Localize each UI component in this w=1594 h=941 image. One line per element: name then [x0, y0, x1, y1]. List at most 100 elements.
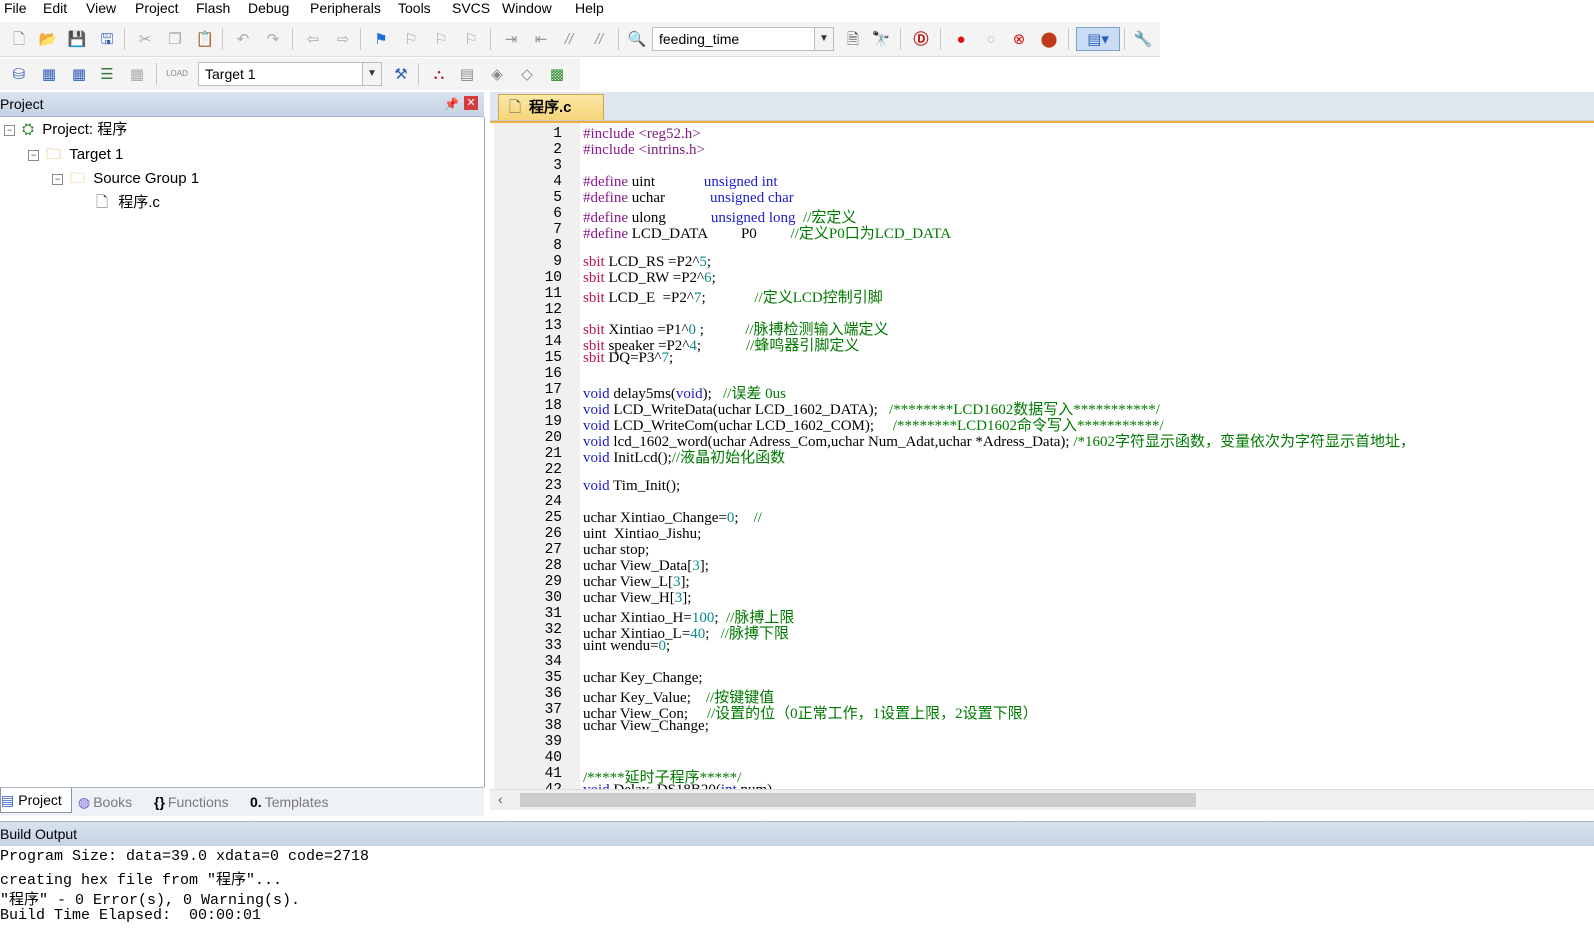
tree-item-project[interactable]: ⛭ Project: 程序: [22, 119, 127, 141]
prev-bookmark-icon[interactable]: ⚐: [400, 28, 422, 50]
target-combo[interactable]: Target 1 ▼: [198, 62, 382, 86]
project-icon: ⛭: [22, 121, 35, 138]
menu-svcs[interactable]: SVCS: [452, 0, 490, 18]
target-combo-value: Target 1: [205, 66, 256, 82]
line-number: 3: [553, 158, 562, 174]
window-layout-icon[interactable]: ▤▾: [1076, 27, 1120, 51]
collapse-icon[interactable]: −: [52, 174, 63, 185]
find-icon[interactable]: 🔭: [870, 28, 892, 50]
download-icon[interactable]: LOAD: [166, 63, 188, 85]
collapse-icon[interactable]: −: [28, 150, 39, 161]
cut-icon[interactable]: ✂: [134, 28, 156, 50]
editor-tab-strip: 程序.c 🗋: [490, 92, 1594, 121]
copy-icon[interactable]: ❐: [164, 28, 186, 50]
menu-view[interactable]: View: [86, 0, 116, 18]
manage-project-items-icon[interactable]: ⛬: [428, 63, 450, 85]
save-all-icon[interactable]: 🖫: [96, 28, 118, 50]
scrollbar-thumb[interactable]: [520, 793, 1196, 807]
menu-tools[interactable]: Tools: [398, 0, 431, 18]
separator: [940, 28, 941, 50]
menu-peripherals[interactable]: Peripherals: [310, 0, 381, 18]
debug-session-icon[interactable]: Ⓓ: [910, 28, 932, 50]
find-in-files-icon[interactable]: 🔍: [626, 28, 648, 50]
new-file-icon[interactable]: 🗋: [8, 28, 30, 50]
tree-item-label: Project: 程序: [42, 121, 128, 138]
tab-label: Project: [18, 792, 62, 808]
stop-build-icon[interactable]: ▦: [126, 63, 148, 85]
pin-icon[interactable]: 📌: [444, 92, 459, 116]
kill-breakpoints-icon[interactable]: ⬤: [1038, 28, 1060, 50]
close-icon[interactable]: ✕: [464, 96, 478, 110]
project-panel-header: Project 📌 ✕: [0, 92, 484, 117]
clear-bookmarks-icon[interactable]: ⚐: [460, 28, 482, 50]
undo-icon[interactable]: ↶: [232, 28, 254, 50]
incremental-find-icon[interactable]: 🗎: [842, 28, 864, 50]
editor-tab[interactable]: 程序.c 🗋: [498, 94, 604, 120]
redo-icon[interactable]: ↷: [262, 28, 284, 50]
line-number: 26: [544, 526, 562, 542]
find-combo[interactable]: feeding_time ▼: [652, 27, 834, 51]
pack-installer-icon[interactable]: ◈: [486, 63, 508, 85]
tree-item-label: Source Group 1: [93, 170, 200, 187]
tree-item-source-group[interactable]: 🗀 Source Group 1: [70, 168, 199, 190]
paste-icon[interactable]: 📋: [194, 28, 216, 50]
open-folder-icon[interactable]: 📂: [37, 28, 59, 50]
tree-item-target[interactable]: 🗀 Target 1: [46, 144, 123, 166]
manage-rte-icon[interactable]: ▩: [546, 63, 568, 85]
separator: [900, 28, 901, 50]
insert-breakpoint-icon[interactable]: ●: [950, 28, 972, 50]
menu-file[interactable]: File: [4, 0, 27, 18]
disable-breakpoints-icon[interactable]: ⊗: [1008, 28, 1030, 50]
menu-debug[interactable]: Debug: [248, 0, 289, 18]
menu-bar: File Edit View Project Flash Debug Perip…: [0, 0, 1594, 18]
target-options-icon[interactable]: ⚒: [390, 63, 412, 85]
tab-functions[interactable]: {} Functions: [154, 790, 229, 814]
manage-environment-icon[interactable]: ▤: [456, 63, 478, 85]
configure-icon[interactable]: 🔧: [1132, 28, 1154, 50]
line-number: 16: [544, 366, 562, 382]
tree-item-label: 程序.c: [118, 194, 160, 211]
menu-flash[interactable]: Flash: [196, 0, 230, 18]
unindent-icon[interactable]: ⇤: [530, 28, 552, 50]
line-number: 40: [544, 750, 562, 766]
batch-build-icon[interactable]: ☰: [96, 63, 118, 85]
tree-item-file[interactable]: 🗋 程序.c: [96, 192, 160, 214]
navigate-back-icon[interactable]: ⇦: [302, 28, 324, 50]
comment-icon[interactable]: //: [558, 28, 580, 50]
translate-icon[interactable]: ⛁: [8, 63, 30, 85]
horizontal-scrollbar[interactable]: ‹: [490, 789, 1594, 810]
line-number: 17: [544, 382, 562, 398]
enable-breakpoint-icon[interactable]: ○: [980, 28, 1002, 50]
separator: [360, 28, 361, 50]
build-output-title: Build Output: [0, 826, 78, 842]
chevron-down-icon[interactable]: ▼: [362, 63, 381, 85]
uncomment-icon[interactable]: //: [588, 28, 610, 50]
code-line: void InitLcd();//液晶初始化函数: [583, 450, 786, 466]
tab-templates[interactable]: 0. Templates: [250, 790, 329, 814]
code-editor[interactable]: 1 #include <reg52.h> 2 #include <intrins.h>…: [490, 121, 1594, 791]
next-bookmark-icon[interactable]: ⚐: [430, 28, 452, 50]
bookmark-icon[interactable]: ⚑: [370, 28, 392, 50]
menu-edit[interactable]: Edit: [43, 0, 67, 18]
chevron-down-icon[interactable]: ▼: [814, 28, 833, 50]
select-packs-icon[interactable]: ◇: [516, 63, 538, 85]
rebuild-icon[interactable]: ▦: [68, 63, 90, 85]
tab-books[interactable]: ◍ Books: [78, 790, 132, 814]
menu-help[interactable]: Help: [575, 0, 604, 18]
code-line: #define LCD_DATA P0 //定义P0口为LCD_DATA: [583, 226, 952, 242]
tab-project[interactable]: ▤ Project: [0, 788, 72, 813]
project-panel-title: Project: [0, 96, 44, 112]
collapse-icon[interactable]: −: [4, 125, 15, 136]
menu-window[interactable]: Window: [502, 0, 552, 18]
code-line: #define uint unsigned int: [583, 174, 778, 190]
build-icon[interactable]: ▦: [38, 63, 60, 85]
scroll-left-icon[interactable]: ‹: [498, 791, 503, 807]
save-icon[interactable]: 💾: [66, 28, 88, 50]
books-icon: ◍: [78, 794, 91, 810]
code-line: #include <intrins.h>: [583, 142, 705, 158]
menu-project[interactable]: Project: [135, 0, 179, 18]
navigate-forward-icon[interactable]: ⇨: [332, 28, 354, 50]
indent-icon[interactable]: ⇥: [500, 28, 522, 50]
code-line: uint wendu=0;: [583, 638, 671, 654]
separator: [490, 28, 491, 50]
